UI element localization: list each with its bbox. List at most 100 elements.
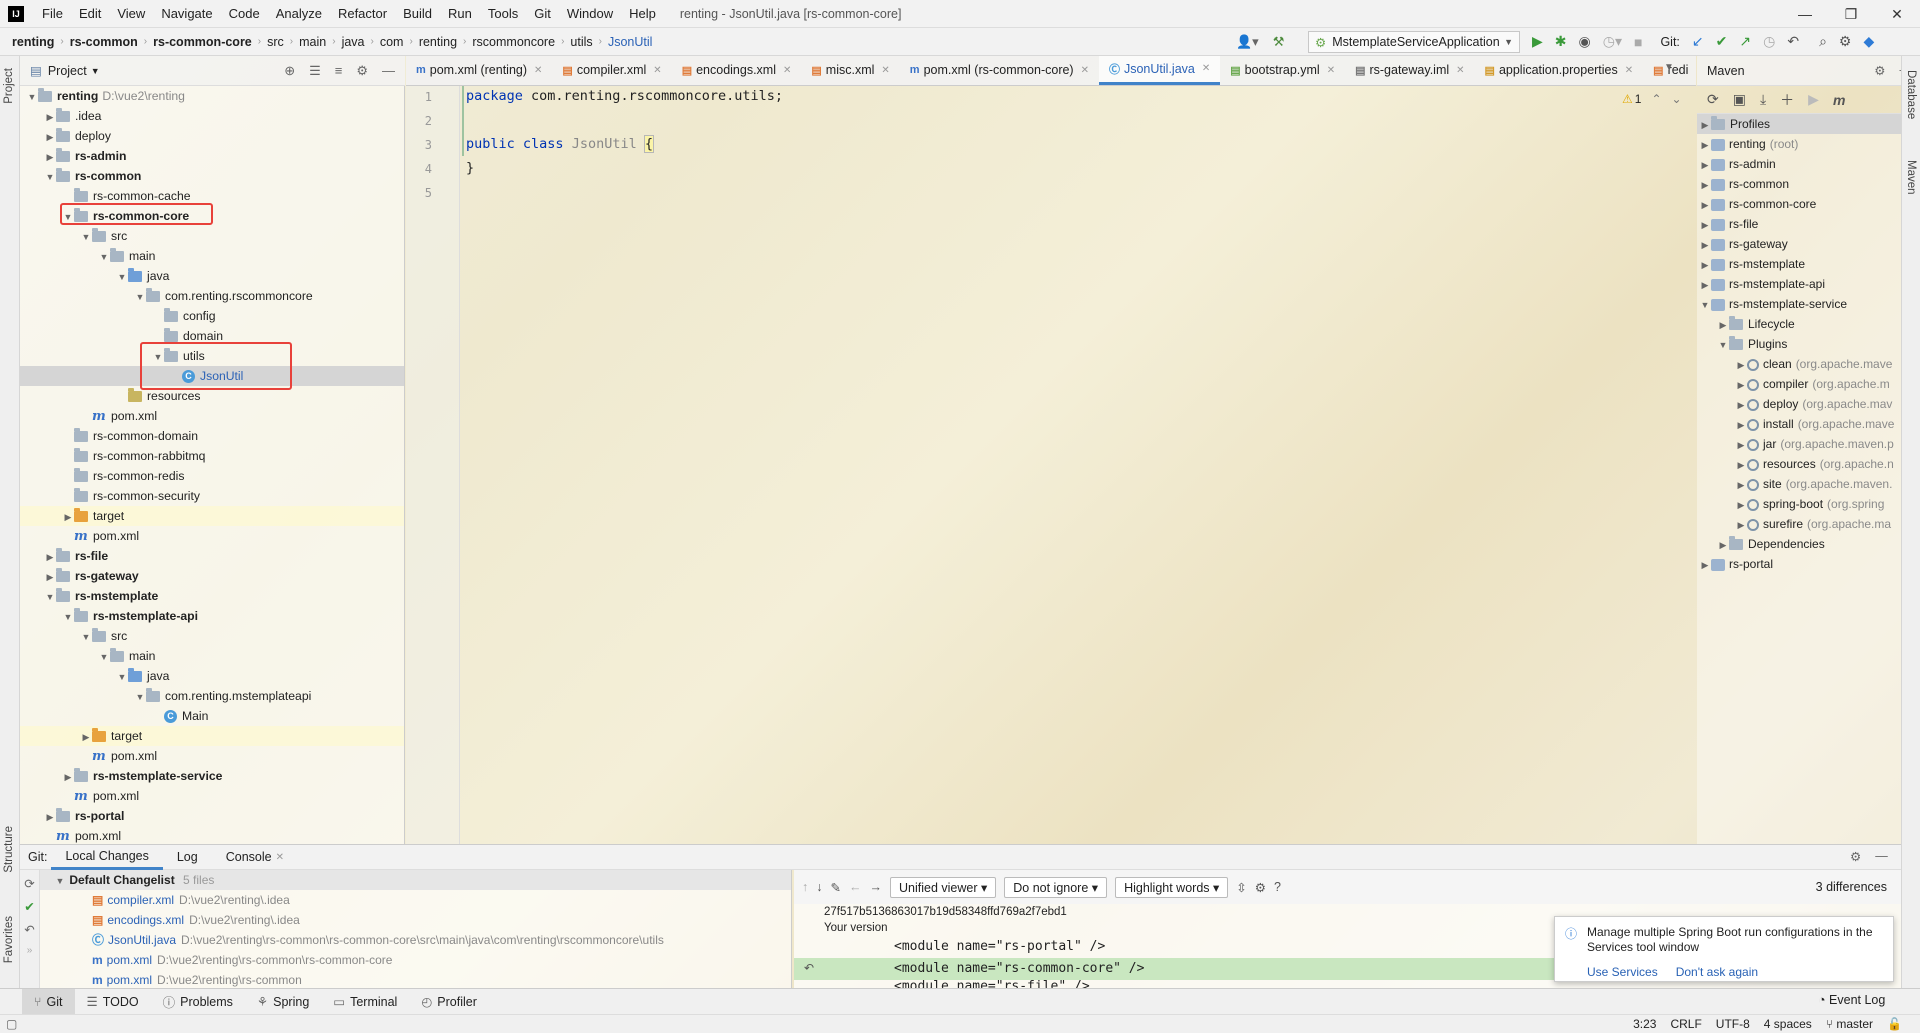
menu-item-view[interactable]: View: [109, 6, 153, 21]
toolwindow-button-profiler[interactable]: ◴ Profiler: [409, 994, 489, 1010]
chevron-right-icon[interactable]: ▶: [1735, 495, 1747, 515]
chevron-down-icon[interactable]: ▼: [80, 627, 92, 647]
menu-item-build[interactable]: Build: [395, 6, 440, 21]
chevron-right-icon[interactable]: ▶: [62, 767, 74, 787]
maven-tree-item[interactable]: ▶ rs-mstemplate-api: [1697, 274, 1901, 294]
maven-tree-item[interactable]: ▼ rs-mstemplate-service: [1697, 294, 1901, 314]
maven-tree-item[interactable]: ▶ rs-mstemplate: [1697, 254, 1901, 274]
dont-ask-again-link[interactable]: Don't ask again: [1676, 965, 1758, 979]
highlight-select[interactable]: Highlight words ▾: [1115, 876, 1229, 898]
close-icon[interactable]: ✕: [1874, 0, 1920, 28]
changed-file-item[interactable]: m pom.xml D:\vue2\renting\rs-common\rs-com…: [40, 950, 791, 970]
maven-tree-item[interactable]: ▶ spring-boot (org.spring: [1697, 494, 1901, 514]
breadcrumb-item[interactable]: com: [374, 35, 410, 49]
menu-item-tools[interactable]: Tools: [480, 6, 526, 21]
project-tree-item[interactable]: rs-common-rabbitmq: [20, 446, 404, 466]
chevron-right-icon[interactable]: ▶: [1699, 215, 1711, 235]
locate-icon[interactable]: ⊕: [284, 63, 295, 79]
project-tree-item[interactable]: ▶ rs-mstemplate-service: [20, 766, 404, 786]
maven-tree-item[interactable]: ▶ rs-common-core: [1697, 194, 1901, 214]
breadcrumb-item[interactable]: utils: [564, 35, 598, 49]
commit-check-icon[interactable]: ✔: [20, 899, 39, 914]
menu-item-navigate[interactable]: Navigate: [153, 6, 220, 21]
chevron-up-icon[interactable]: ⌃: [1651, 92, 1661, 106]
project-tree-item[interactable]: ▶ target: [20, 506, 404, 526]
maven-tree-item[interactable]: ▶ Lifecycle: [1697, 314, 1901, 334]
project-tree-item[interactable]: ▼ src: [20, 226, 404, 246]
editor-tab[interactable]: ▤ application.properties ✕: [1475, 56, 1644, 85]
project-tree-item[interactable]: ▶ rs-gateway: [20, 566, 404, 586]
maven-goal-icon[interactable]: m: [1833, 92, 1845, 108]
help-icon[interactable]: ?: [1274, 880, 1281, 894]
chevron-down-icon[interactable]: ▼: [116, 667, 128, 687]
hide-icon[interactable]: —: [1875, 849, 1888, 864]
chevron-right-icon[interactable]: ▶: [1735, 455, 1747, 475]
project-tree-item[interactable]: rs-common-security: [20, 486, 404, 506]
project-tree-item[interactable]: ▶ rs-file: [20, 546, 404, 566]
close-tab-icon[interactable]: ✕: [1202, 63, 1210, 74]
coverage-icon[interactable]: ◉: [1579, 33, 1591, 50]
user-icon[interactable]: 👤▾: [1236, 34, 1259, 50]
layout-icon[interactable]: ▢: [6, 1017, 17, 1031]
project-tree-item[interactable]: config: [20, 306, 404, 326]
chevron-right-icon[interactable]: ▶: [44, 807, 56, 827]
download-icon[interactable]: ⤓: [1760, 91, 1766, 108]
changelist-header[interactable]: ▼ Default Changelist 5 files: [40, 870, 791, 890]
maven-tree-item[interactable]: ▶ rs-common: [1697, 174, 1901, 194]
close-tab-icon[interactable]: ✕: [276, 852, 284, 863]
project-tree-item[interactable]: m pom.xml: [20, 406, 404, 426]
editor-tab[interactable]: m pom.xml (rs-common-core) ✕: [900, 56, 1099, 85]
forward-icon[interactable]: →: [869, 880, 882, 894]
close-tab-icon[interactable]: ✕: [1456, 65, 1464, 76]
project-tree-item[interactable]: ▶ rs-portal: [20, 806, 404, 826]
menu-item-help[interactable]: Help: [621, 6, 664, 21]
chevron-down-icon[interactable]: ▼: [1717, 335, 1729, 355]
refresh-icon[interactable]: ⟳: [20, 876, 39, 891]
expand-all-icon[interactable]: ☰: [309, 63, 321, 79]
options-gear-icon[interactable]: ⚙: [356, 63, 368, 79]
git-update-icon[interactable]: ↙: [1692, 33, 1704, 50]
chevron-down-icon[interactable]: ▼: [62, 607, 74, 627]
favorites-toolwindow-label[interactable]: Favorites: [3, 916, 15, 963]
project-tree-item[interactable]: ▼ renting D:\vue2\renting: [20, 86, 404, 106]
revert-change-icon[interactable]: ↶: [804, 961, 814, 975]
code-editor[interactable]: package com.renting.rscommoncore.utils; …: [462, 86, 1692, 844]
viewer-select[interactable]: Unified viewer ▾: [889, 876, 997, 898]
close-tab-icon[interactable]: ✕: [1081, 65, 1089, 76]
maven-tree-item[interactable]: ▶ rs-file: [1697, 214, 1901, 234]
maven-tree-item[interactable]: ▶ rs-admin: [1697, 154, 1901, 174]
next-diff-icon[interactable]: ↓: [816, 880, 822, 894]
menu-item-git[interactable]: Git: [526, 6, 559, 21]
collapse-unchanged-icon[interactable]: ⇳: [1236, 880, 1246, 895]
chevron-right-icon[interactable]: ▶: [1735, 515, 1747, 535]
chevron-right-icon[interactable]: ▶: [1717, 535, 1729, 555]
menu-item-edit[interactable]: Edit: [71, 6, 109, 21]
chevron-down-icon[interactable]: ▼: [44, 587, 56, 607]
close-tab-icon[interactable]: ✕: [534, 65, 542, 76]
chevron-right-icon[interactable]: ▶: [44, 147, 56, 167]
lock-icon[interactable]: 🔓: [1887, 1017, 1902, 1031]
run-icon[interactable]: ▶: [1532, 33, 1543, 50]
project-tree-item[interactable]: rs-common-redis: [20, 466, 404, 486]
chevron-right-icon[interactable]: ▶: [1735, 355, 1747, 375]
maven-tree-item[interactable]: ▶ Dependencies: [1697, 534, 1901, 554]
toolwindow-button-terminal[interactable]: ▭ Terminal: [321, 994, 409, 1010]
maven-tree-item[interactable]: ▶ compiler (org.apache.m: [1697, 374, 1901, 394]
more-icon[interactable]: »: [20, 945, 39, 956]
editor-tab[interactable]: ▤ bootstrap.yml ✕: [1220, 56, 1345, 85]
diff-settings-gear-icon[interactable]: ⚙: [1255, 880, 1266, 895]
search-icon[interactable]: ⌕: [1819, 33, 1827, 50]
editor-tab[interactable]: ▤ compiler.xml ✕: [552, 56, 671, 85]
chevron-right-icon[interactable]: ▶: [1699, 195, 1711, 215]
event-log-button[interactable]: ◔ Event Log: [1818, 993, 1885, 1007]
run-icon[interactable]: ▶: [1808, 91, 1819, 108]
chevron-down-icon[interactable]: ▼: [134, 687, 146, 707]
maven-tree-item[interactable]: ▶ site (org.apache.maven.: [1697, 474, 1901, 494]
minimize-icon[interactable]: —: [1782, 0, 1828, 28]
chevron-right-icon[interactable]: ▶: [1699, 175, 1711, 195]
menu-item-file[interactable]: File: [34, 6, 71, 21]
editor-tab[interactable]: ▤ encodings.xml ✕: [672, 56, 802, 85]
rollback-icon[interactable]: ↶: [20, 922, 39, 937]
chevron-right-icon[interactable]: ▶: [80, 727, 92, 747]
chevron-down-icon[interactable]: ▼: [98, 647, 110, 667]
